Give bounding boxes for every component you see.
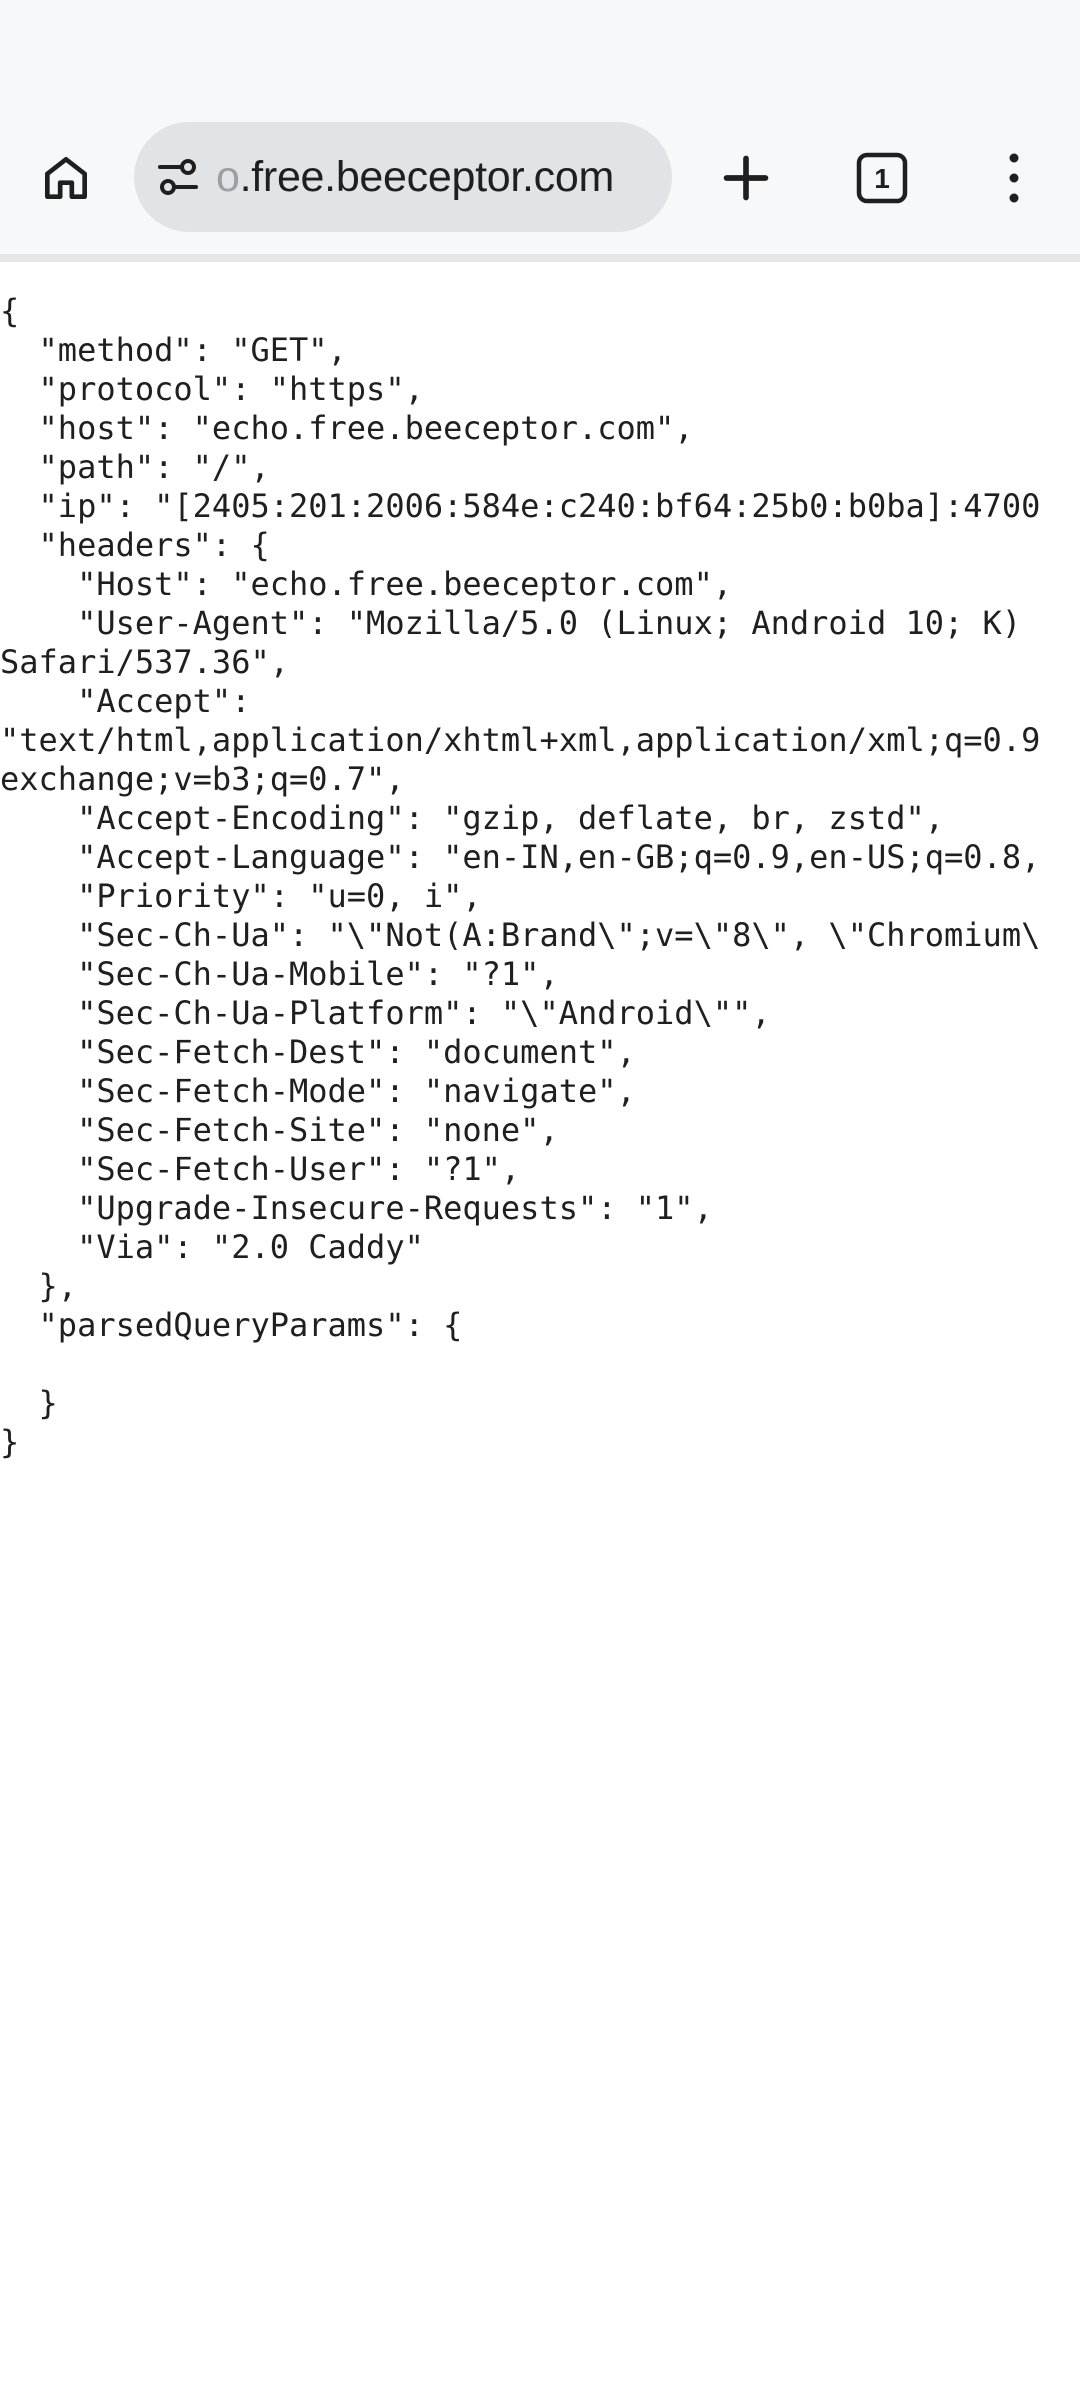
tune-icon[interactable] xyxy=(154,153,202,201)
home-icon xyxy=(45,157,87,200)
json-response: { "method": "GET", "protocol": "https", … xyxy=(0,262,1040,1462)
menu-button[interactable] xyxy=(958,122,1070,234)
status-bar xyxy=(0,0,1080,112)
json-line: "ip": "[2405:201:2006:584e:c240:bf64:25b… xyxy=(0,487,1041,525)
json-line: } xyxy=(0,1384,58,1422)
json-line: "Via": "2.0 Caddy" xyxy=(0,1228,424,1266)
json-line: "Sec-Ch-Ua-Mobile": "?1", xyxy=(0,955,559,993)
json-line: } xyxy=(0,1423,20,1461)
json-line: "User-Agent": "Mozilla/5.0 (Linux; Andro… xyxy=(0,604,1022,642)
json-line: "Priority": "u=0, i", xyxy=(0,877,482,915)
json-line: "path": "/", xyxy=(0,448,270,486)
url-visible: .free.beeceptor.com xyxy=(239,152,615,201)
json-line: { xyxy=(0,292,20,330)
json-line: "headers": { xyxy=(0,526,270,564)
json-line: "Sec-Fetch-Dest": "document", xyxy=(0,1033,636,1071)
plus-icon xyxy=(723,155,769,201)
page-content[interactable]: { "method": "GET", "protocol": "https", … xyxy=(0,262,1080,2400)
json-line: }, xyxy=(0,1267,78,1305)
json-line: "Sec-Fetch-Site": "none", xyxy=(0,1111,559,1149)
address-bar[interactable]: o.free.beeceptor.com xyxy=(134,122,672,232)
tab-count: 1 xyxy=(874,163,890,194)
json-line: "Sec-Ch-Ua": "\"Not(A:Brand\";v=\"8\", \… xyxy=(0,916,1041,954)
url-hidden-prefix: o xyxy=(216,152,240,201)
json-line: "Accept-Encoding": "gzip, deflate, br, z… xyxy=(0,799,945,837)
home-button[interactable] xyxy=(10,122,122,234)
json-line: "text/html,application/xhtml+xml,applica… xyxy=(0,721,1041,759)
tab-switcher-button[interactable]: 1 xyxy=(826,122,938,234)
json-line: "parsedQueryParams": { xyxy=(0,1306,463,1344)
json-line: "Sec-Fetch-Mode": "navigate", xyxy=(0,1072,636,1110)
json-line: "method": "GET", xyxy=(0,331,347,369)
json-line: "host": "echo.free.beeceptor.com", xyxy=(0,409,694,447)
json-line: "Accept": xyxy=(0,682,251,720)
new-tab-button[interactable] xyxy=(690,122,802,234)
json-line: Safari/537.36", xyxy=(0,643,289,681)
json-line: "protocol": "https", xyxy=(0,370,424,408)
url-text[interactable]: o.free.beeceptor.com xyxy=(216,152,615,201)
more-vert-icon xyxy=(1009,153,1019,203)
json-line: "Upgrade-Insecure-Requests": "1", xyxy=(0,1189,713,1227)
json-line: "Accept-Language": "en-IN,en-GB;q=0.9,en… xyxy=(0,838,1041,876)
json-line: "Sec-Fetch-User": "?1", xyxy=(0,1150,521,1188)
json-line: "Host": "echo.free.beeceptor.com", xyxy=(0,565,733,603)
tab-switcher-icon: 1 xyxy=(856,152,908,204)
json-line: exchange;v=b3;q=0.7", xyxy=(0,760,405,798)
json-line: "Sec-Ch-Ua-Platform": "\"Android\"", xyxy=(0,994,771,1032)
